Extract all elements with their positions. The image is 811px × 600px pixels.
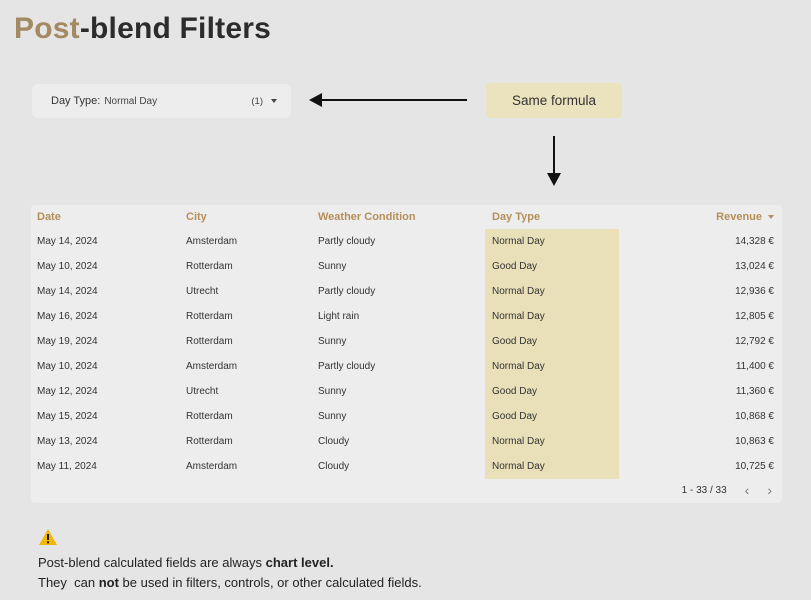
cell-date: May 13, 2024: [37, 436, 98, 447]
cell-revenue: 12,805 €: [735, 311, 774, 322]
callout-label: Same formula: [511, 93, 597, 108]
day-type-filter-control[interactable]: Day Type: Normal Day (1): [32, 84, 291, 118]
cell-revenue: 10,725 €: [735, 461, 774, 472]
revenue-table: Date City Weather Condition Day Type Rev…: [31, 205, 782, 503]
cell-date: May 11, 2024: [37, 461, 97, 472]
same-formula-callout: Same formula: [486, 83, 622, 118]
pagination: 1 - 33 / 33 ‹ ›: [682, 483, 772, 497]
cell-city: Rotterdam: [186, 311, 233, 322]
cell-revenue: 11,360 €: [735, 386, 774, 397]
cell-weather: Partly cloudy: [318, 236, 376, 247]
chevron-right-icon[interactable]: ›: [767, 483, 772, 497]
cell-day-type: Normal Day: [492, 286, 545, 297]
arrow-left-icon: [309, 93, 467, 107]
sort-desc-icon: [768, 215, 774, 220]
table-row: May 13, 2024 Rotterdam Cloudy Normal Day…: [31, 429, 782, 454]
note-line-1-bold: chart level.: [265, 555, 334, 570]
cell-weather: Partly cloudy: [318, 361, 376, 372]
cell-city: Utrecht: [186, 386, 219, 397]
header-date[interactable]: Date: [37, 211, 61, 223]
note-line-2-bold: not: [98, 575, 119, 590]
cell-day-type: Good Day: [492, 336, 538, 347]
note-line-2-text-a: They can: [38, 575, 99, 590]
cell-date: May 15, 2024: [37, 411, 98, 422]
table-header: Date City Weather Condition Day Type Rev…: [31, 205, 782, 229]
cell-revenue: 14,328 €: [735, 236, 774, 247]
filter-count: (1): [251, 95, 263, 107]
cell-revenue: 10,868 €: [735, 411, 774, 422]
cell-revenue: 10,863 €: [735, 436, 774, 447]
table-row: May 11, 2024 Amsterdam Cloudy Normal Day…: [31, 454, 782, 479]
caret-down-icon: [271, 99, 277, 103]
cell-revenue: 11,400 €: [735, 361, 774, 372]
cell-date: May 10, 2024: [37, 361, 98, 372]
note-line-2: They can not be used in filters, control…: [38, 575, 422, 590]
cell-day-type: Normal Day: [492, 436, 545, 447]
cell-city: Utrecht: [186, 286, 219, 297]
cell-day-type: Normal Day: [492, 461, 545, 472]
cell-date: May 16, 2024: [37, 311, 98, 322]
cell-weather: Cloudy: [318, 461, 350, 472]
cell-city: Rotterdam: [186, 436, 233, 447]
cell-city: Amsterdam: [186, 461, 238, 472]
table-row: May 15, 2024 Rotterdam Sunny Good Day 10…: [31, 404, 782, 429]
table-row: May 10, 2024 Rotterdam Sunny Good Day 13…: [31, 254, 782, 279]
table-row: May 19, 2024 Rotterdam Sunny Good Day 12…: [31, 329, 782, 354]
cell-weather: Sunny: [318, 261, 347, 272]
table-row: May 12, 2024 Utrecht Sunny Good Day 11,3…: [31, 379, 782, 404]
cell-day-type: Good Day: [492, 261, 538, 272]
cell-day-type: Good Day: [492, 411, 538, 422]
header-city[interactable]: City: [186, 211, 207, 223]
cell-weather: Light rain: [318, 311, 360, 322]
cell-date: May 14, 2024: [37, 236, 98, 247]
page-title: Post-blend Filters: [14, 12, 271, 46]
cell-city: Rotterdam: [186, 411, 233, 422]
cell-city: Rotterdam: [186, 336, 233, 347]
filter-label: Day Type:: [51, 95, 101, 107]
cell-revenue: 12,936 €: [735, 286, 774, 297]
pagination-range: 1 - 33 / 33: [681, 484, 727, 496]
warning-icon: [39, 529, 57, 545]
table-row: May 16, 2024 Rotterdam Light rain Normal…: [31, 304, 782, 329]
cell-date: May 10, 2024: [37, 261, 98, 272]
header-day-type[interactable]: Day Type: [492, 211, 540, 223]
table-row: May 14, 2024 Utrecht Partly cloudy Norma…: [31, 279, 782, 304]
cell-weather: Sunny: [318, 386, 347, 397]
cell-revenue: 12,792 €: [735, 336, 774, 347]
cell-date: May 19, 2024: [37, 336, 98, 347]
cell-day-type: Normal Day: [492, 311, 545, 322]
cell-city: Amsterdam: [186, 361, 238, 372]
header-revenue[interactable]: Revenue: [716, 211, 774, 223]
filter-value: Normal Day: [104, 95, 158, 107]
title-rest: -blend Filters: [79, 12, 271, 45]
note-line-1-text: Post-blend calculated fields are always: [38, 555, 266, 570]
cell-city: Rotterdam: [186, 261, 233, 272]
cell-date: May 14, 2024: [37, 286, 98, 297]
cell-weather: Sunny: [318, 411, 347, 422]
cell-date: May 12, 2024: [37, 386, 98, 397]
cell-weather: Cloudy: [318, 436, 350, 447]
cell-weather: Partly cloudy: [318, 286, 376, 297]
cell-day-type: Good Day: [492, 386, 538, 397]
title-accent: Post: [14, 12, 80, 45]
cell-city: Amsterdam: [186, 236, 238, 247]
cell-weather: Sunny: [318, 336, 347, 347]
chevron-left-icon[interactable]: ‹: [745, 483, 750, 497]
arrow-down-icon: [547, 136, 561, 186]
cell-day-type: Normal Day: [492, 361, 545, 372]
cell-day-type: Normal Day: [492, 236, 545, 247]
cell-revenue: 13,024 €: [735, 261, 774, 272]
note-line-2-text-b: be used in filters, controls, or other c…: [118, 575, 422, 590]
note-line-1: Post-blend calculated fields are always …: [38, 555, 334, 570]
header-revenue-label: Revenue: [716, 211, 762, 223]
table-row: May 10, 2024 Amsterdam Partly cloudy Nor…: [31, 354, 782, 379]
table-row: May 14, 2024 Amsterdam Partly cloudy Nor…: [31, 229, 782, 254]
header-weather[interactable]: Weather Condition: [318, 211, 416, 223]
